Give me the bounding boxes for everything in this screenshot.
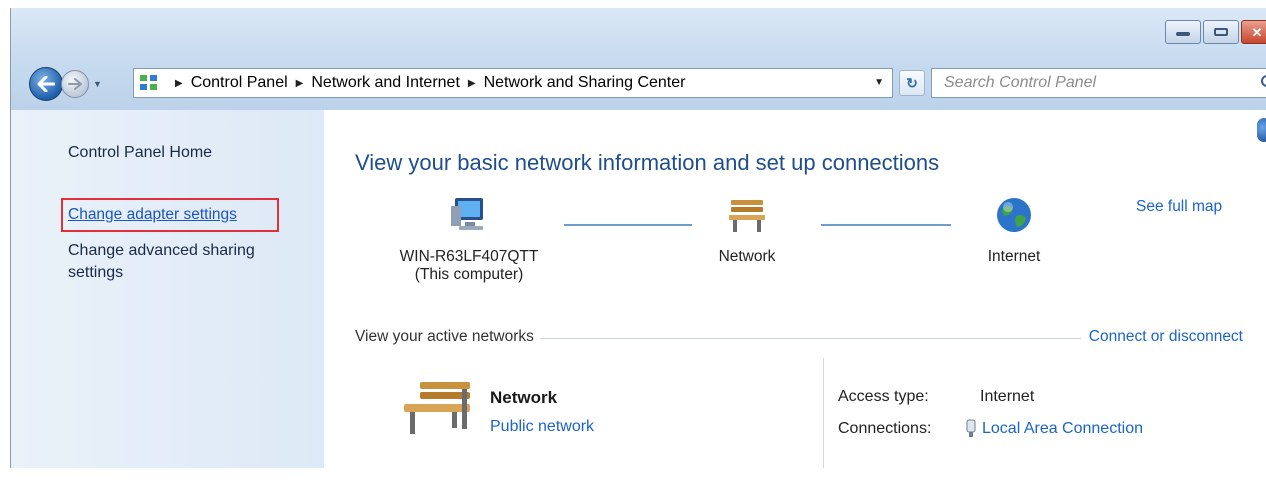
bench-icon [404, 382, 470, 434]
navigation-buttons: ▼ [29, 64, 103, 104]
globe-icon [997, 198, 1031, 232]
maximize-button[interactable] [1203, 20, 1239, 44]
refresh-button[interactable]: ↻ [899, 70, 925, 96]
back-button[interactable] [29, 67, 63, 101]
forward-arrow-icon [68, 78, 82, 90]
search-icon[interactable] [1260, 74, 1266, 92]
help-button[interactable] [1257, 118, 1266, 142]
network-node-label: Network [718, 248, 776, 265]
breadcrumb-control-panel[interactable]: Control Panel [191, 74, 288, 92]
see-full-map-link[interactable]: See full map [1136, 198, 1222, 216]
access-type-value: Internet [980, 388, 1035, 405]
map-node-computer[interactable]: WIN-R63LF407QTT (This computer) [384, 196, 554, 284]
control-panel-home-link[interactable]: Control Panel Home [68, 144, 212, 162]
breadcrumb-arrow-icon[interactable]: ▶ [296, 78, 304, 89]
page-title: View your basic network information and … [355, 150, 940, 175]
connect-or-disconnect-link[interactable]: Connect or disconnect [1080, 328, 1243, 346]
breadcrumb-network-and-internet[interactable]: Network and Internet [311, 74, 460, 92]
search-box [931, 68, 1266, 98]
back-arrow-icon [37, 76, 55, 92]
refresh-icon: ↻ [906, 74, 918, 91]
window-controls: ✕ [1165, 20, 1266, 44]
main-content: View your basic network information and … [324, 110, 1266, 468]
network-sharing-center-window: ✕ ▼ ▶ Control Panel ▶ Network and Intern… [10, 8, 1266, 468]
breadcrumb-network-and-sharing-center[interactable]: Network and Sharing Center [484, 74, 686, 92]
change-advanced-sharing-settings-link[interactable]: Change advanced sharing settings [68, 240, 288, 284]
minimize-button[interactable] [1165, 20, 1201, 44]
address-bar[interactable]: ▶ Control Panel ▶ Network and Internet ▶… [133, 68, 893, 98]
maximize-icon [1214, 28, 1228, 36]
map-node-internet[interactable]: Internet [964, 196, 1064, 266]
vertical-divider [823, 358, 824, 468]
internet-node-label: Internet [987, 248, 1041, 265]
computer-icon [451, 198, 483, 230]
breadcrumb-arrow-icon[interactable]: ▶ [468, 78, 476, 89]
computer-sublabel: (This computer) [414, 266, 524, 283]
close-icon: ✕ [1251, 24, 1263, 40]
connections-label: Connections: [838, 420, 932, 437]
forward-button[interactable] [61, 70, 89, 98]
map-connection-line [821, 224, 951, 226]
access-type-label: Access type: [838, 388, 929, 405]
control-panel-icon [140, 75, 157, 90]
close-button[interactable]: ✕ [1241, 20, 1266, 44]
map-connection-line [564, 224, 692, 226]
search-input[interactable] [942, 73, 1226, 93]
active-networks-heading: View your active networks [355, 328, 540, 346]
change-adapter-settings-link[interactable]: Change adapter settings [68, 206, 237, 224]
minimize-icon [1176, 32, 1190, 36]
breadcrumb: ▶ Control Panel ▶ Network and Internet ▶… [167, 74, 685, 92]
local-area-connection-link[interactable]: Local Area Connection [982, 420, 1143, 438]
recent-pages-dropdown-icon[interactable]: ▼ [93, 79, 103, 89]
active-network-name: Network [490, 388, 558, 407]
network-adapter-icon [966, 419, 976, 437]
network-type-link[interactable]: Public network [490, 418, 594, 436]
address-dropdown-icon[interactable]: ▼ [874, 77, 884, 88]
breadcrumb-arrow-icon[interactable]: ▶ [175, 78, 183, 89]
map-node-network[interactable]: Network [697, 196, 797, 266]
bench-icon [729, 200, 765, 232]
computer-name: WIN-R63LF407QTT [399, 248, 539, 265]
sidebar: Control Panel Home Change adapter settin… [11, 110, 324, 468]
